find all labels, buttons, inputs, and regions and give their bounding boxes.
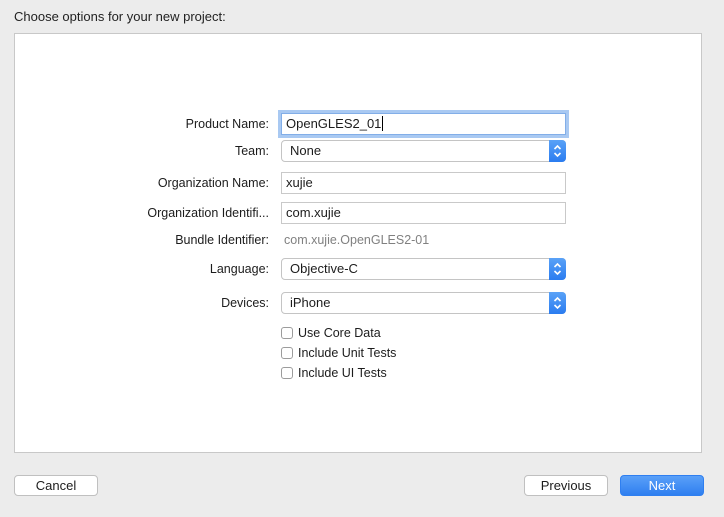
include-ui-tests-checkbox[interactable] bbox=[281, 367, 293, 379]
language-row: Language: Objective-C bbox=[15, 258, 701, 280]
use-core-data-label: Use Core Data bbox=[298, 326, 381, 340]
cancel-button[interactable]: Cancel bbox=[14, 475, 98, 496]
include-ui-tests-label: Include UI Tests bbox=[298, 366, 387, 380]
team-select[interactable]: None bbox=[281, 140, 566, 162]
product-name-value: OpenGLES2_01 bbox=[286, 116, 382, 131]
team-value: None bbox=[290, 143, 322, 158]
include-unit-tests-label: Include Unit Tests bbox=[298, 346, 397, 360]
bundle-identifier-row: Bundle Identifier: com.xujie.OpenGLES2-0… bbox=[15, 229, 701, 251]
language-value: Objective-C bbox=[290, 261, 358, 276]
bundle-identifier-label: Bundle Identifier: bbox=[175, 233, 269, 247]
organization-identifier-row: Organization Identifi... com.xujie bbox=[15, 202, 701, 224]
use-core-data-checkbox-row[interactable]: Use Core Data bbox=[281, 324, 381, 342]
devices-row: Devices: iPhone bbox=[15, 292, 701, 314]
organization-identifier-label: Organization Identifi... bbox=[147, 206, 269, 220]
organization-name-input[interactable]: xujie bbox=[281, 172, 566, 194]
devices-label: Devices: bbox=[221, 296, 269, 310]
use-core-data-checkbox[interactable] bbox=[281, 327, 293, 339]
language-select[interactable]: Objective-C bbox=[281, 258, 566, 280]
next-button[interactable]: Next bbox=[620, 475, 704, 496]
include-unit-tests-checkbox-row[interactable]: Include Unit Tests bbox=[281, 344, 396, 362]
team-label: Team: bbox=[234, 144, 269, 158]
language-label: Language: bbox=[209, 262, 269, 276]
organization-identifier-value: com.xujie bbox=[286, 205, 341, 220]
include-unit-tests-checkbox[interactable] bbox=[281, 347, 293, 359]
devices-value: iPhone bbox=[290, 295, 331, 310]
organization-identifier-input[interactable]: com.xujie bbox=[281, 202, 566, 224]
product-name-input[interactable]: OpenGLES2_01 bbox=[281, 113, 566, 135]
organization-name-row: Organization Name: xujie bbox=[15, 172, 701, 194]
organization-name-label: Organization Name: bbox=[157, 176, 269, 190]
bundle-identifier-value: com.xujie.OpenGLES2-01 bbox=[284, 233, 430, 247]
up-down-chevron-icon bbox=[549, 140, 566, 162]
organization-name-value: xujie bbox=[286, 175, 313, 190]
page-title: Choose options for your new project: bbox=[14, 9, 226, 24]
include-ui-tests-checkbox-row[interactable]: Include UI Tests bbox=[281, 364, 387, 382]
up-down-chevron-icon bbox=[549, 258, 566, 280]
team-row: Team: None bbox=[15, 140, 701, 162]
text-caret bbox=[382, 116, 384, 131]
options-panel: Product Name: OpenGLES2_01 Team: None Or… bbox=[14, 33, 702, 453]
product-name-label: Product Name: bbox=[185, 117, 269, 131]
previous-button[interactable]: Previous bbox=[524, 475, 608, 496]
up-down-chevron-icon bbox=[549, 292, 566, 314]
product-name-row: Product Name: OpenGLES2_01 bbox=[15, 113, 701, 135]
devices-select[interactable]: iPhone bbox=[281, 292, 566, 314]
